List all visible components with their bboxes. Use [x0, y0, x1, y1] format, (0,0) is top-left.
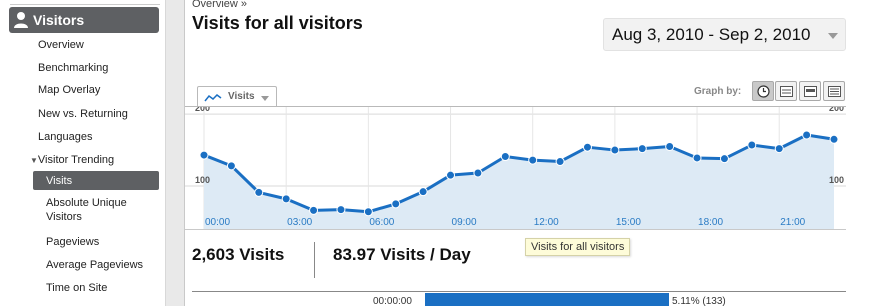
data-point — [336, 205, 346, 215]
sidebar-section-header-visitors[interactable]: Visitors — [9, 7, 159, 33]
graph-by-week-button[interactable] — [799, 81, 821, 101]
x-tick-label: 18:00 — [698, 217, 723, 228]
data-point — [692, 153, 702, 163]
metric-selector-label: Visits — [228, 91, 255, 102]
x-tick-label: 15:00 — [616, 217, 641, 228]
sidebar-item-languages[interactable]: Languages — [38, 130, 92, 144]
stats-separator — [314, 242, 315, 278]
sidebar-item-time-on-site[interactable]: Time on Site — [46, 281, 107, 295]
graph-by-month-button[interactable] — [823, 81, 845, 101]
data-point — [555, 157, 565, 167]
sidebar-item-visits[interactable]: Visits — [46, 174, 72, 188]
data-point — [199, 150, 209, 160]
table-divider — [192, 291, 846, 292]
visits-per-day-stat: 83.97 Visits / Day — [333, 245, 471, 264]
chart-bottom-border — [185, 229, 846, 230]
total-visits-stat: 2,603 Visits — [192, 245, 285, 264]
visits-chart: 200 200 100 100 00:00 03:00 06:00 09:00 12:00 15:… — [185, 107, 846, 229]
data-point — [391, 199, 401, 209]
data-point — [254, 187, 264, 197]
table-row-bar — [425, 293, 669, 306]
graph-by-label: Graph by: — [694, 86, 742, 97]
user-icon — [14, 12, 28, 28]
sidebar-header-label: Visitors — [33, 12, 85, 28]
calendar-month-icon — [828, 86, 841, 97]
breadcrumb[interactable]: Overview » — [192, 0, 247, 10]
x-tick-label: 09:00 — [452, 217, 477, 228]
data-point — [610, 145, 620, 155]
sidebar-item-map-overlay[interactable]: Map Overlay — [38, 83, 100, 97]
table-row-time: 00:00:00 — [373, 296, 412, 307]
data-point — [528, 155, 538, 165]
data-point — [281, 194, 291, 204]
y-tick-label-right: 100 — [829, 175, 844, 185]
tooltip: Visits for all visitors — [525, 238, 631, 256]
table-row-percent: 5.11% (133) — [672, 296, 726, 307]
x-tick-label: 03:00 — [287, 217, 312, 228]
y-tick-label-left: 200 — [195, 107, 210, 113]
data-point — [446, 170, 456, 180]
date-range-picker[interactable]: Aug 3, 2010 - Sep 2, 2010 — [603, 18, 846, 51]
page-title: Visits for all visitors — [192, 13, 363, 33]
sidebar-item-average-pageviews[interactable]: Average Pageviews — [46, 258, 143, 272]
data-point — [719, 154, 729, 164]
y-tick-label-right: 200 — [829, 107, 844, 113]
data-point — [473, 168, 483, 178]
data-point — [637, 144, 647, 154]
x-tick-label: 06:00 — [369, 217, 394, 228]
calendar-week-icon — [804, 86, 817, 97]
data-point — [665, 141, 675, 151]
sidebar-item-benchmarking[interactable]: Benchmarking — [38, 61, 108, 75]
sidebar-item-overview[interactable]: Overview — [38, 38, 84, 52]
data-point — [802, 130, 812, 140]
sidebar: Visitors Overview Benchmarking Map Overl… — [0, 0, 166, 306]
metric-selector-tab[interactable]: Visits — [197, 86, 277, 107]
data-point — [363, 207, 373, 217]
clock-icon — [757, 85, 770, 98]
graph-by-day-button[interactable] — [775, 81, 797, 101]
data-point — [418, 187, 428, 197]
data-point — [226, 161, 236, 171]
x-tick-label: 00:00 — [205, 217, 230, 228]
main-gutter — [166, 0, 184, 306]
data-point — [774, 144, 784, 154]
data-point — [582, 142, 592, 152]
line-chart-icon — [204, 94, 222, 102]
data-point — [309, 205, 319, 215]
date-range-label: Aug 3, 2010 - Sep 2, 2010 — [612, 25, 811, 44]
data-point — [747, 140, 757, 150]
graph-by-hour-button[interactable] — [752, 81, 774, 101]
sidebar-top-divider — [10, 0, 160, 5]
calendar-day-icon — [780, 86, 793, 97]
x-tick-label: 21:00 — [780, 217, 805, 228]
sidebar-item-visitor-trending[interactable]: ▼Visitor Trending — [30, 153, 114, 168]
x-tick-label: 12:00 — [534, 217, 559, 228]
sidebar-item-absolute-unique-visitors[interactable]: Absolute Unique Visitors — [46, 196, 127, 224]
sidebar-item-new-vs-returning[interactable]: New vs. Returning — [38, 107, 128, 121]
chevron-down-icon — [261, 96, 269, 101]
y-tick-label-left: 100 — [195, 175, 210, 185]
chevron-down-icon — [828, 33, 838, 39]
sidebar-item-pageviews[interactable]: Pageviews — [46, 235, 99, 249]
data-point — [829, 134, 839, 144]
triangle-down-icon: ▼ — [30, 156, 38, 165]
data-point — [500, 152, 510, 162]
